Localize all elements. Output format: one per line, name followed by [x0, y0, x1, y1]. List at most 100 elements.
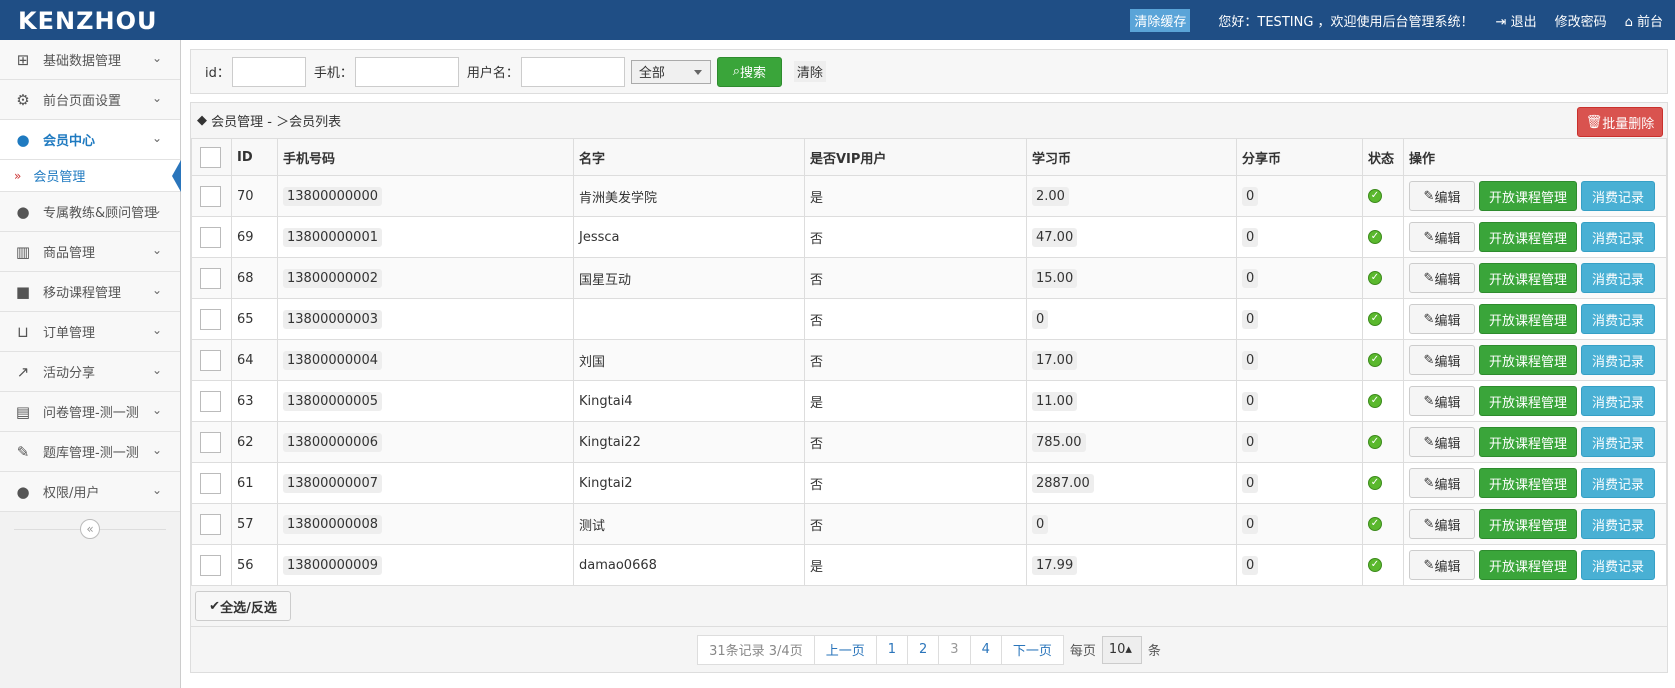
- edit-button[interactable]: ✎ 编辑: [1409, 550, 1475, 580]
- prev-page-link[interactable]: 上一页: [815, 635, 877, 664]
- check-circle-icon: ✓: [1368, 558, 1382, 572]
- phone-tag: 13800000007: [283, 473, 382, 493]
- actions-cell: ✎ 编辑 开放课程管理 消费记录: [1403, 462, 1667, 504]
- consumption-record-button[interactable]: 消费记录: [1581, 468, 1655, 498]
- batch-delete-button[interactable]: 🗑 批量删除: [1577, 107, 1663, 137]
- column-header: 操作: [1403, 138, 1667, 176]
- edit-button[interactable]: ✎ 编辑: [1409, 345, 1475, 375]
- per-page-select[interactable]: 10 ▴: [1101, 635, 1142, 664]
- sidebar-subitem-member-management[interactable]: » 会员管理: [0, 160, 181, 192]
- edit-button[interactable]: ✎ 编辑: [1409, 263, 1475, 293]
- edit-button[interactable]: ✎ 编辑: [1409, 386, 1475, 416]
- course-management-button[interactable]: 开放课程管理: [1479, 181, 1577, 211]
- coins-tag: 2887.00: [1032, 473, 1094, 493]
- change-password-link[interactable]: 修改密码: [1555, 11, 1607, 30]
- course-management-button[interactable]: 开放课程管理: [1479, 386, 1577, 416]
- sidebar-item-orders[interactable]: ⊔ 订单管理 ⌄: [0, 312, 180, 352]
- course-management-button[interactable]: 开放课程管理: [1479, 468, 1577, 498]
- coins-tag: 17.00: [1032, 350, 1078, 370]
- consumption-record-button[interactable]: 消费记录: [1581, 550, 1655, 580]
- sidebar-item-coach[interactable]: ● 专属教练&顾问管理 ⌄: [0, 192, 180, 232]
- sidebar-item-label: 权限/用户: [43, 486, 100, 501]
- consumption-record-button[interactable]: 消费记录: [1581, 181, 1655, 211]
- sidebar-item-questionnaire[interactable]: ▤ 问卷管理-测一测 ⌄: [0, 392, 180, 432]
- consumption-record-button[interactable]: 消费记录: [1581, 386, 1655, 416]
- check-circle-icon: ✓: [1368, 230, 1382, 244]
- column-header: 是否VIP用户: [804, 138, 1027, 176]
- sidebar-item-frontend-settings[interactable]: ⚙ 前台页面设置 ⌄: [0, 80, 180, 120]
- page-link[interactable]: 4: [971, 635, 1002, 664]
- consumption-record-button[interactable]: 消费记录: [1581, 222, 1655, 252]
- actions-cell: ✎ 编辑 开放课程管理 消费记录: [1403, 380, 1667, 422]
- frontend-link[interactable]: ⌂ 前台: [1625, 11, 1663, 30]
- chevron-down-icon: ⌄: [152, 443, 163, 457]
- vip-filter-select[interactable]: 全部: [630, 59, 711, 84]
- edit-button[interactable]: ✎ 编辑: [1409, 181, 1475, 211]
- phone-cell: 13800000009: [277, 544, 574, 586]
- actions-cell: ✎ 编辑 开放课程管理 消费记录: [1403, 175, 1667, 217]
- row-checkbox[interactable]: [200, 308, 221, 330]
- row-actions: ✎ 编辑 开放课程管理 消费记录: [1409, 468, 1661, 498]
- select-all-toggle-button[interactable]: ✔ 全选/反选: [195, 591, 291, 621]
- edit-button[interactable]: ✎ 编辑: [1409, 222, 1475, 252]
- course-management-button[interactable]: 开放课程管理: [1479, 345, 1577, 375]
- course-management-button[interactable]: 开放课程管理: [1479, 509, 1577, 539]
- sidebar-item-basic-data[interactable]: ⊞ 基础数据管理 ⌄: [0, 40, 180, 80]
- sidebar-item-permissions[interactable]: ● 权限/用户 ⌄: [0, 472, 180, 512]
- consumption-record-button[interactable]: 消费记录: [1581, 509, 1655, 539]
- row-checkbox[interactable]: [200, 472, 221, 494]
- sidebar-item-mobile-course[interactable]: ■ 移动课程管理 ⌄: [0, 272, 180, 312]
- phone-input[interactable]: [354, 56, 459, 87]
- page-link[interactable]: 1: [877, 635, 908, 664]
- search-label: 搜索: [740, 66, 767, 81]
- coins-cell: 17.00: [1026, 339, 1237, 381]
- consumption-record-button[interactable]: 消费记录: [1581, 263, 1655, 293]
- edit-button[interactable]: ✎ 编辑: [1409, 427, 1475, 457]
- course-management-button[interactable]: 开放课程管理: [1479, 222, 1577, 252]
- row-checkbox[interactable]: [200, 513, 221, 535]
- actions-cell: ✎ 编辑 开放课程管理 消费记录: [1403, 339, 1667, 381]
- panel-header: ◆ 会员管理 - ＞会员列表 🗑 批量删除: [191, 103, 1667, 138]
- row-checkbox[interactable]: [200, 431, 221, 453]
- course-management-button[interactable]: 开放课程管理: [1479, 427, 1577, 457]
- id-input[interactable]: [231, 56, 306, 87]
- row-checkbox[interactable]: [200, 390, 221, 412]
- phone-cell: 13800000002: [277, 257, 574, 299]
- vip-cell: 否: [804, 298, 1027, 340]
- edit-button[interactable]: ✎ 编辑: [1409, 509, 1475, 539]
- row-checkbox[interactable]: [200, 267, 221, 289]
- chevron-down-icon: ⌄: [152, 243, 163, 257]
- course-management-button[interactable]: 开放课程管理: [1479, 263, 1577, 293]
- sidebar-item-goods[interactable]: ▥ 商品管理 ⌄: [0, 232, 180, 272]
- edit-button[interactable]: ✎ 编辑: [1409, 468, 1475, 498]
- page-link[interactable]: 2: [908, 635, 940, 664]
- row-checkbox[interactable]: [200, 349, 221, 371]
- consumption-record-button[interactable]: 消费记录: [1581, 304, 1655, 334]
- coins-tag: 47.00: [1032, 227, 1078, 247]
- course-management-button[interactable]: 开放课程管理: [1479, 550, 1577, 580]
- select-all-checkbox[interactable]: [200, 146, 221, 168]
- collapse-sidebar-button[interactable]: «: [80, 519, 100, 539]
- search-button[interactable]: ⌕ 搜索: [716, 56, 782, 87]
- sidebar-item-member-center[interactable]: ● 会员中心 ⌄: [0, 120, 180, 160]
- clear-button[interactable]: 清除: [793, 61, 826, 82]
- sitemap-icon: ⊞: [16, 50, 30, 69]
- row-checkbox[interactable]: [200, 226, 221, 248]
- row-checkbox[interactable]: [200, 185, 221, 207]
- course-management-button[interactable]: 开放课程管理: [1479, 304, 1577, 334]
- share-cell: 0: [1236, 216, 1363, 258]
- check-circle-icon: ✓: [1368, 189, 1382, 203]
- id-cell: 62: [231, 421, 278, 463]
- sidebar-item-activity-share[interactable]: ↗ 活动分享 ⌄: [0, 352, 180, 392]
- row-checkbox[interactable]: [200, 554, 221, 576]
- logout-link[interactable]: ⇥ 退出: [1496, 11, 1537, 30]
- consumption-record-button[interactable]: 消费记录: [1581, 427, 1655, 457]
- next-page-link[interactable]: 下一页: [1002, 636, 1063, 664]
- consumption-record-button[interactable]: 消费记录: [1581, 345, 1655, 375]
- clear-cache-button[interactable]: 清除缓存: [1130, 8, 1191, 32]
- vip-cell: 是: [804, 544, 1027, 586]
- username-input[interactable]: [520, 56, 625, 87]
- trash-icon: 🗑: [1585, 114, 1603, 130]
- sidebar-item-question-bank[interactable]: ✎ 题库管理-测一测 ⌄: [0, 432, 180, 472]
- edit-button[interactable]: ✎ 编辑: [1409, 304, 1475, 334]
